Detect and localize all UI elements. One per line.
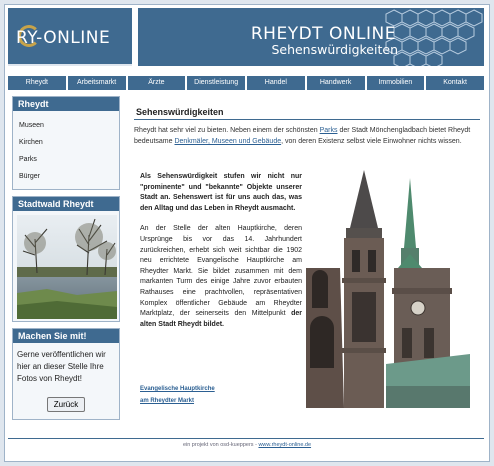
intro-text-3: , von deren Existenz selbst viele Einwoh…: [281, 138, 462, 145]
nav-item-handwerk[interactable]: Handwerk: [306, 76, 365, 90]
footer-text: ein projekt von osd-kueppers -: [182, 442, 259, 448]
sidebar-promo-title: Machen Sie mit!: [13, 329, 119, 343]
logo-text: RY-ONLINE: [16, 28, 111, 48]
sidebar-promo-text: Gerne veröffentlichen wir hier an dieser…: [17, 350, 106, 383]
page-title: Sehenswürdigkeiten: [136, 107, 224, 117]
photo-caption-link: Evangelische Hauptkirche am Rheydter Mar…: [140, 383, 215, 407]
church-paragraph: An der Stelle der alten Hauptkirche, der…: [140, 224, 302, 330]
nav-item-rheydt[interactable]: Rheydt: [8, 76, 66, 90]
sidebar-stadtwald-box: Stadtwald Rheydt: [12, 196, 120, 322]
parks-link[interactable]: Parks: [320, 127, 338, 134]
nav-item-handel[interactable]: Handel: [247, 76, 305, 90]
body-column: Als Sehenswürdigkeit stufen wir nicht nu…: [140, 172, 302, 340]
site-subtitle: Sehenswürdigkeiten: [271, 42, 398, 57]
sidebar-item-kirchen[interactable]: Kirchen: [19, 134, 113, 151]
bold-paragraph: Als Sehenswürdigkeit stufen wir nicht nu…: [140, 173, 302, 212]
sidebar-item-parks[interactable]: Parks: [19, 151, 113, 168]
title-divider: [134, 119, 480, 120]
denkmaeler-link[interactable]: Denkmäler, Museen und Gebäude: [174, 138, 281, 145]
sidebar-rheydt-title: Rheydt: [13, 97, 119, 111]
stadtwald-photo: [17, 215, 117, 319]
footer-link[interactable]: www.rheydt-online.de: [258, 442, 311, 448]
sidebar-promo-box: Machen Sie mit! Gerne veröffentlichen wi…: [12, 328, 120, 420]
footer: ein projekt von osd-kueppers - www.rheyd…: [0, 442, 494, 448]
church-paragraph-text: An der Stelle der alten Hauptkirche, der…: [140, 225, 302, 318]
church-photo: [306, 168, 470, 408]
main-nav: Rheydt Arbeitsmarkt Ärzte Dienstleistung…: [8, 76, 484, 90]
footer-divider: [8, 438, 484, 439]
nav-item-arbeitsmarkt[interactable]: Arbeitsmarkt: [67, 76, 126, 90]
hauptkirche-link-line2[interactable]: am Rheydter Markt: [140, 395, 215, 407]
sidebar-rheydt-list: Museen Kirchen Parks Bürger: [13, 111, 119, 191]
intro-paragraph: Rheydt hat sehr viel zu bieten. Neben ei…: [134, 125, 480, 147]
intro-text-1: Rheydt hat sehr viel zu bieten. Neben ei…: [134, 127, 320, 134]
nav-item-dienstleistung[interactable]: Dienstleistung: [187, 76, 245, 90]
sidebar-item-museen[interactable]: Museen: [19, 117, 113, 134]
site-title: RHEYDT ONLINE: [250, 24, 396, 44]
nav-item-kontakt[interactable]: Kontakt: [426, 76, 484, 90]
sidebar-stadtwald-title: Stadtwald Rheydt: [13, 197, 119, 211]
zurueck-button[interactable]: Zurück: [46, 397, 86, 412]
sidebar-rheydt-box: Rheydt Museen Kirchen Parks Bürger: [12, 96, 120, 190]
nav-item-aerzte[interactable]: Ärzte: [127, 76, 186, 90]
hauptkirche-link-line1[interactable]: Evangelische Hauptkirche: [140, 383, 215, 395]
header-banner: RHEYDT ONLINE Sehenswürdigkeiten: [138, 8, 484, 66]
nav-item-immobilien[interactable]: Immobilien: [366, 76, 425, 90]
sidebar-item-buerger[interactable]: Bürger: [19, 168, 113, 185]
logo-panel[interactable]: RY-ONLINE: [8, 8, 132, 66]
